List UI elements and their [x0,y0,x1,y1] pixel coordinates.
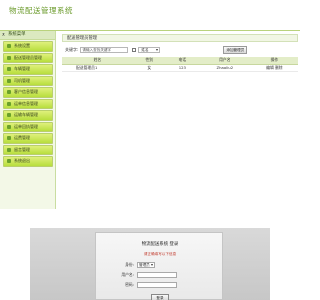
column-header-username: 用户名 [198,57,251,65]
sidebar-item-label: 运输车辆管理 [14,112,38,118]
menu-bullet-icon [7,55,11,60]
table-header-row: 姓名 性别 电话 用户名 操作 [62,57,298,65]
menu-bullet-icon [7,136,11,141]
login-title: 物流配送系统 登录 [141,242,179,247]
login-screenshot: 物流配送系统 登录 请正确填写以下信息 身份: 管理员 用户名: 密码: 登录 [30,228,270,300]
cell-username: Zhaoliu2 [198,64,251,72]
sidebar-item-label: 司机管理 [14,77,30,83]
sidebar: ⊼ 系统菜单 系统设置 配送管理员管理 车辆管理 司机管理 客户信息管理 运单信… [0,31,56,209]
collapse-icon[interactable]: ⊼ [2,31,5,39]
sidebar-item-transport[interactable]: 运输车辆管理 [3,110,53,121]
password-input[interactable] [137,282,177,288]
search-toolbar: 关键字: 请输入查找关键字 姓名 添加管理员 [62,45,298,54]
username-label: 用户名: [121,272,134,277]
sidebar-item-logout[interactable]: 系统退出 [3,156,53,167]
sidebar-heading: ⊼ 系统菜单 [0,31,55,40]
cell-gender: 女 [132,64,166,72]
sidebar-item-label: 运单回执管理 [14,123,38,129]
sidebar-item-receipts[interactable]: 运单回执管理 [3,121,53,132]
login-hint: 请正确填写以下信息 [143,252,177,256]
sidebar-item-vehicles[interactable]: 车辆管理 [3,64,53,75]
sidebar-item-admins[interactable]: 配送管理员管理 [3,52,53,63]
sidebar-item-waybills[interactable]: 运单信息管理 [3,98,53,109]
login-button[interactable]: 登录 [151,294,169,300]
cell-phone: 123 [165,64,199,72]
menu-bullet-icon [7,147,11,152]
admin-table: 姓名 性别 电话 用户名 操作 配送管理员1 女 123 Zhaoliu2 编辑… [62,57,298,72]
role-select[interactable]: 管理员 [137,262,155,268]
username-row: 用户名: [116,272,177,278]
app-title: 物流配送管理系统 [9,6,73,15]
filter-select[interactable]: 姓名 [138,46,161,53]
sidebar-heading-label: 系统菜单 [8,32,26,37]
menu-bullet-icon [7,44,11,49]
login-panel: 物流配送系统 登录 请正确填写以下信息 身份: 管理员 用户名: 密码: 登录 [95,232,223,300]
column-header-phone: 电话 [165,57,199,65]
menu-bullet-icon [7,159,11,164]
sidebar-item-label: 留言管理 [14,146,30,152]
sidebar-item-label: 车辆管理 [14,66,30,72]
admin-screenshot: ⊼ 系统菜单 系统设置 配送管理员管理 车辆管理 司机管理 客户信息管理 运单信… [0,30,300,209]
sidebar-item-label: 运单信息管理 [14,100,38,106]
cell-name: 配送管理员1 [62,64,133,72]
password-label: 密码: [125,282,134,287]
sidebar-item-drivers[interactable]: 司机管理 [3,75,53,86]
menu-bullet-icon [7,67,11,72]
menu-bullet-icon [7,113,11,118]
menu-bullet-icon [7,78,11,83]
search-label: 关键字: [65,46,79,52]
menu-bullet-icon [7,101,11,106]
add-admin-button[interactable]: 添加管理员 [223,45,248,54]
sidebar-item-customers[interactable]: 客户信息管理 [3,87,53,98]
sidebar-item-label: 系统设置 [14,43,30,49]
cell-actions[interactable]: 编辑 删除 [250,64,298,72]
column-header-action: 操作 [250,57,298,65]
sidebar-item-messages[interactable]: 留言管理 [3,144,53,155]
app-header: 物流配送管理系统 [0,0,300,31]
breadcrumb: 配送管理员管理 [62,34,298,42]
sidebar-item-freight[interactable]: 运费管理 [3,133,53,144]
main-panel: 配送管理员管理 关键字: 请输入查找关键字 姓名 添加管理员 姓名 性别 电话 … [62,34,298,184]
column-header-gender: 性别 [132,57,166,65]
menu-bullet-icon [7,124,11,129]
search-input[interactable]: 请输入查找关键字 [80,46,129,53]
sidebar-item-label: 配送管理员管理 [14,54,42,60]
sidebar-item-label: 客户信息管理 [14,89,38,95]
table-row: 配送管理员1 女 123 Zhaoliu2 编辑 删除 [62,64,298,72]
username-input[interactable] [137,272,177,278]
sidebar-item-system-settings[interactable]: 系统设置 [3,41,53,52]
sidebar-item-label: 运费管理 [14,135,30,141]
column-header-name: 姓名 [62,57,133,65]
password-row: 密码: [116,282,177,288]
role-row: 身份: 管理员 [116,262,155,268]
menu-bullet-icon [7,90,11,95]
search-checkbox[interactable] [132,47,137,52]
role-label: 身份: [125,262,134,267]
sidebar-item-label: 系统退出 [14,158,30,164]
